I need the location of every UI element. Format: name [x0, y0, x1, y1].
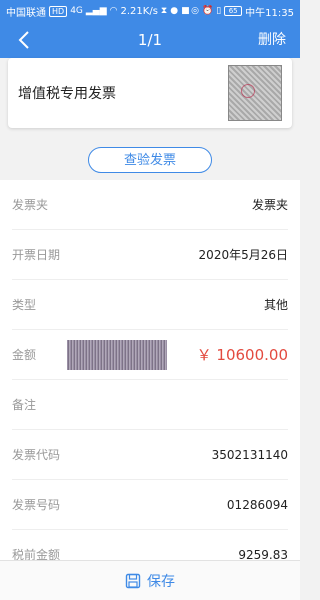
invoice-type-label: 增值税专用发票 — [18, 86, 116, 102]
signal-icon: ▂▄▆ — [85, 6, 107, 16]
save-label: 保存 — [147, 573, 175, 590]
network-speed: 2.21K/s — [120, 5, 158, 17]
detail-row-type[interactable]: 类型 其他 — [12, 280, 288, 330]
verify-invoice-button[interactable]: 查验发票 — [88, 147, 212, 173]
detail-label: 开票日期 — [12, 248, 61, 262]
detail-value: 发票夹 — [251, 198, 288, 212]
detail-value: 9259.83 — [238, 548, 288, 560]
detail-label: 备注 — [12, 398, 37, 412]
detail-row-pretax-amount[interactable]: 税前金额 9259.83 — [12, 530, 288, 560]
detail-row-folder[interactable]: 发票夹 发票夹 — [12, 180, 288, 230]
detail-label: 类型 — [12, 298, 37, 312]
detail-row-invoice-number[interactable]: 发票号码 01286094 — [12, 480, 288, 530]
hourglass-icon: ⧗ — [160, 6, 168, 16]
detail-value: 2020年5月26日 — [198, 248, 288, 262]
detail-label: 发票代码 — [12, 448, 61, 462]
save-icon — [125, 573, 141, 588]
invoice-thumbnail[interactable] — [228, 65, 282, 121]
hd-badge: HD — [49, 5, 68, 17]
detail-label: 发票夹 — [12, 198, 49, 212]
detail-row-amount[interactable]: 金额 ￥ 10600.00 — [12, 330, 288, 380]
redacted-image — [67, 340, 167, 370]
detail-row-invoice-code[interactable]: 发票代码 3502131140 — [12, 430, 288, 480]
detail-value: 其他 — [263, 298, 288, 312]
detail-row-remark[interactable]: 备注 — [12, 380, 288, 430]
delete-button[interactable]: 删除 — [258, 22, 286, 58]
chevron-left-icon — [18, 31, 29, 49]
detail-row-issue-date[interactable]: 开票日期 2020年5月26日 — [12, 230, 288, 280]
invoice-card[interactable]: 增值税专用发票 — [8, 58, 292, 128]
nfc-icon: ◎ — [191, 6, 199, 16]
vibrate-icon: ▯ — [216, 6, 222, 16]
battery-icon: 65 — [224, 6, 243, 16]
chat-icon: ● — [170, 6, 179, 16]
detail-label: 税前金额 — [12, 548, 61, 560]
detail-value: 3502131140 — [211, 448, 288, 462]
wifi-icon: ◠ — [109, 6, 118, 16]
carrier-label: 中国联通 — [6, 7, 46, 19]
page-counter: 1/1 — [137, 31, 163, 49]
amount-value: ￥ 10600.00 — [196, 346, 288, 364]
back-button[interactable] — [14, 29, 34, 51]
nav-bar: 1/1 删除 — [0, 22, 300, 58]
signal-type-label: 4G — [70, 6, 83, 16]
status-bar: 中国联通 HD 4G ▂▄▆ ◠ 2.21K/s ⧗ ● ■ ◎ ⏰ ▯ 65 … — [0, 0, 300, 22]
notification-app-icon: ■ — [181, 6, 190, 16]
detail-label: 发票号码 — [12, 498, 61, 512]
alarm-icon: ⏰ — [202, 6, 214, 16]
invoice-details: 发票夹 发票夹 开票日期 2020年5月26日 类型 其他 金额 ￥ 10600… — [0, 180, 300, 560]
save-button[interactable]: 保存 — [0, 560, 300, 600]
clock-label: 中午11:35 — [245, 7, 294, 19]
detail-value: 01286094 — [226, 498, 288, 512]
detail-label: 金额 — [12, 348, 37, 362]
